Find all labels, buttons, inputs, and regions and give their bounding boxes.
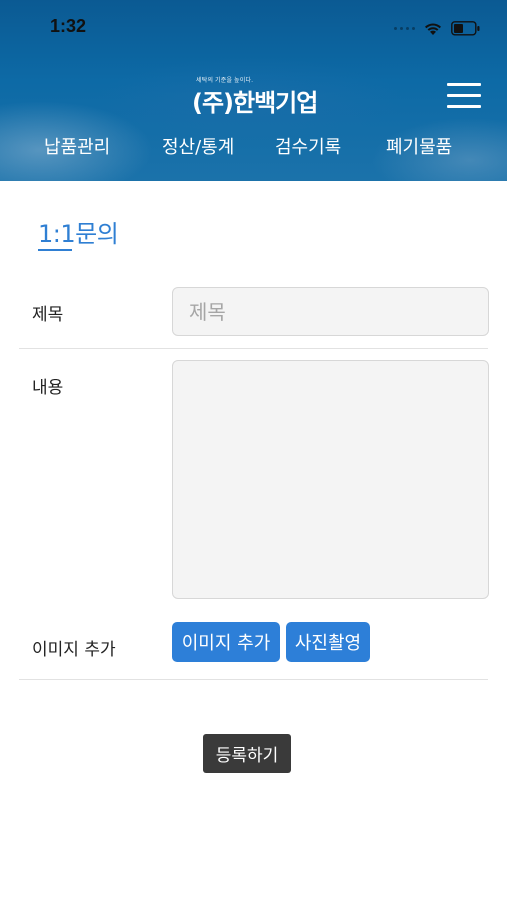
subject-input[interactable]: [172, 287, 489, 336]
battery-icon: [451, 20, 480, 36]
image-add-label: 이미지 추가: [32, 640, 116, 660]
app-header: 1:32 세탁의 기준을 높이다. (주)한백기업 납품관리 정산/통계 검수기…: [0, 0, 507, 181]
wifi-icon: [425, 23, 441, 35]
nav-item-disposal[interactable]: 폐기물품: [386, 133, 452, 159]
page-title: 1:1문의: [38, 220, 119, 248]
divider: [19, 679, 488, 680]
nav-item-delivery[interactable]: 납품관리: [44, 133, 110, 159]
title-underline: [38, 249, 72, 251]
status-time: 1:32: [50, 16, 87, 36]
hamburger-menu-icon[interactable]: [447, 83, 481, 109]
add-image-button[interactable]: 이미지 추가: [172, 622, 280, 662]
submit-button[interactable]: 등록하기: [203, 734, 291, 773]
content-label: 내용: [32, 378, 64, 398]
subject-label: 제목: [32, 305, 64, 325]
nav-item-inspection[interactable]: 검수기록: [275, 133, 341, 159]
company-logo[interactable]: (주)한백기업: [192, 83, 318, 118]
signal-icon: [394, 26, 415, 30]
status-indicators: [394, 18, 481, 38]
nav-item-settlement[interactable]: 정산/통계: [162, 133, 234, 159]
main-nav: 납품관리 정산/통계 검수기록 폐기물품: [0, 133, 507, 163]
divider: [19, 348, 488, 349]
content-textarea[interactable]: [172, 360, 489, 599]
take-photo-button[interactable]: 사진촬영: [286, 622, 370, 662]
